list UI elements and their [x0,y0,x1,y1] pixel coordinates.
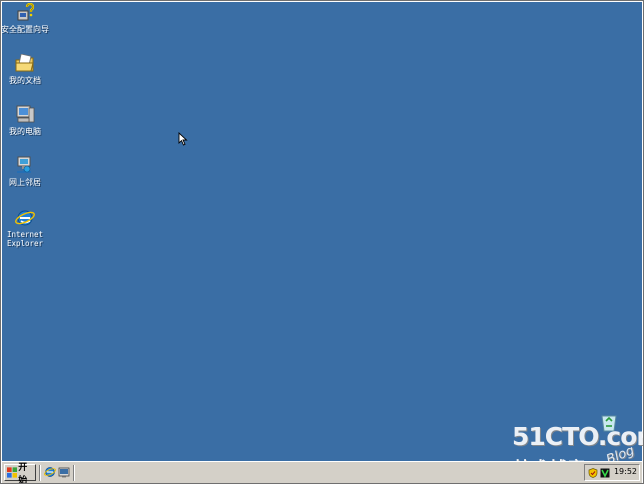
taskbar: 开始 19:52 [2,461,642,483]
taskbar-separator [39,465,41,481]
computer-icon [16,105,35,123]
system-tray: 19:52 [584,464,640,481]
antivirus-icon[interactable] [600,468,610,478]
desktop-icon-my-computer[interactable]: 我的电脑 [1,105,55,137]
desktop-icon-internet-explorer[interactable]: Internet Explorer [1,208,55,248]
windows-logo-icon [7,467,18,478]
start-label: 开始 [18,462,28,484]
internet-explorer-icon [15,210,35,226]
desktop-icon-label: 安全配置向导 [1,25,49,34]
screen-frame: 安全配置向导 我的文档 我的电脑 网上邻居 Internet Explorer … [0,0,644,484]
quicklaunch-show-desktop-icon[interactable] [58,466,70,478]
start-button[interactable]: 开始 [4,463,36,483]
security-wizard-icon [17,3,35,21]
quicklaunch-internet-explorer-icon[interactable] [44,466,56,478]
desktop-icon-label: 网上邻居 [9,178,41,187]
mouse-cursor-icon [178,132,188,146]
desktop-icon-label: 我的文档 [9,76,41,85]
desktop-icon-security-wizard[interactable]: 安全配置向导 [1,3,55,35]
clock: 19:52 [613,467,637,476]
desktop-icon-label: 我的电脑 [9,127,41,136]
folder-documents-icon [15,54,34,72]
desktop-icon-label: Internet Explorer [6,230,44,248]
desktop-icon-network-places[interactable]: 网上邻居 [1,156,55,188]
network-icon [17,156,31,173]
desktop-icon-my-documents[interactable]: 我的文档 [1,54,55,86]
desktop[interactable]: 安全配置向导 我的文档 我的电脑 网上邻居 Internet Explorer … [1,2,643,479]
shield-icon[interactable] [588,468,598,478]
taskbar-separator [73,465,75,481]
